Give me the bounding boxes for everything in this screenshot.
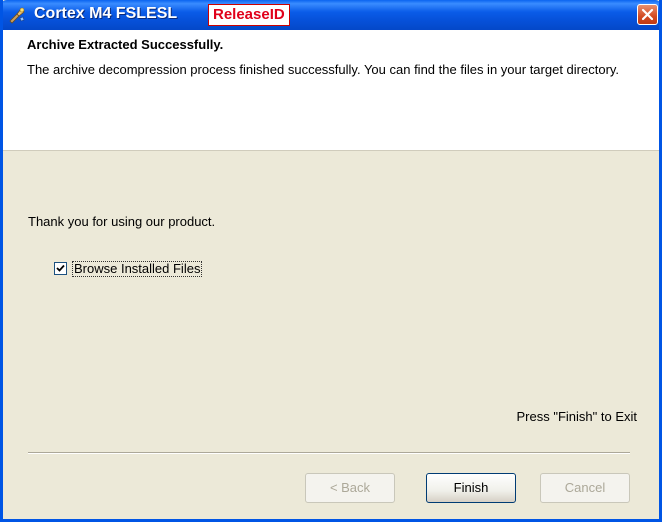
header-title: Archive Extracted Successfully. (27, 37, 224, 52)
checkmark-icon (56, 264, 65, 272)
back-button[interactable]: < Back (305, 473, 395, 503)
browse-installed-files-checkbox[interactable] (54, 262, 67, 275)
installer-window: Cortex M4 FSLESL ReleaseID Archive Extra… (0, 0, 662, 522)
press-finish-hint: Press "Finish" to Exit (516, 409, 638, 424)
title-bar[interactable]: Cortex M4 FSLESL ReleaseID (3, 0, 659, 30)
close-button[interactable] (637, 4, 658, 25)
close-icon (641, 8, 654, 21)
finish-button[interactable]: Finish (426, 473, 516, 503)
window-title: Cortex M4 FSLESL (34, 5, 178, 22)
thank-you-text: Thank you for using our product. (28, 214, 216, 229)
browse-installed-files-label[interactable]: Browse Installed Files (72, 261, 203, 277)
installer-app-icon (8, 6, 26, 24)
cancel-button[interactable]: Cancel (540, 473, 630, 503)
header-description: The archive decompression process finish… (27, 62, 620, 77)
release-id-badge: ReleaseID (208, 4, 290, 26)
divider (28, 452, 630, 454)
